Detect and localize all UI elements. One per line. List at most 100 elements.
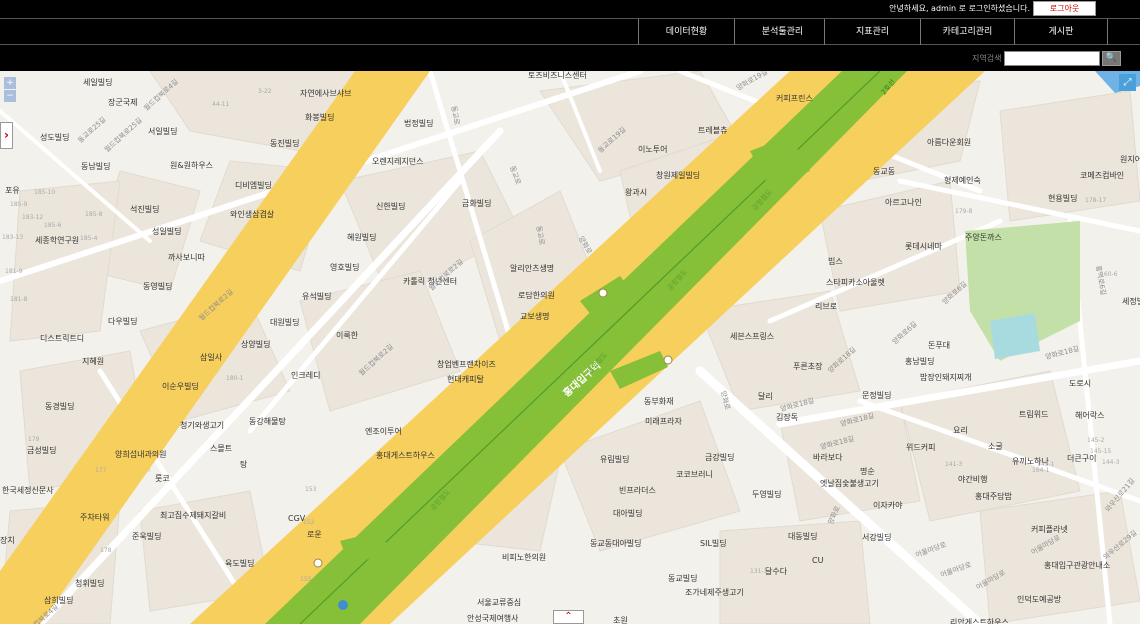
place-label: 대아빌딩 — [613, 509, 643, 518]
place-label: 삼희빌딩 — [44, 596, 74, 605]
zoom-in-button[interactable]: + — [4, 77, 16, 89]
place-label: 자연에사브샤브 — [300, 89, 352, 98]
place-label: 돈푸대 — [928, 341, 951, 350]
place-label: 엣날집숯불생고기 — [820, 479, 879, 488]
place-label: 빈프라더스 — [619, 486, 656, 495]
place-label: 까사보니따 — [168, 253, 205, 262]
nav-data-status[interactable]: 데이터현황 — [638, 19, 734, 45]
expand-icon: ⤢ — [1123, 77, 1132, 88]
side-panel-toggle[interactable]: › — [0, 122, 13, 149]
place-label: 커피프린스 — [776, 94, 813, 103]
bottom-panel-toggle[interactable]: ⌃ — [553, 610, 584, 624]
place-label: 롯데시네마 — [905, 242, 942, 251]
map-view[interactable]: 홍대입구역 세일빌딩 장군국제 서일빌딩 성도빌딩 동남빌딩 원&원하우스 포유 석진빌딩 세종… — [0, 71, 1140, 624]
place-label: 홍대게스트하우스 — [376, 451, 435, 460]
place-label: 트림위드 — [1019, 410, 1049, 419]
place-label: 영호빌딩 — [330, 263, 360, 272]
place-label: 커피플라넷 — [1031, 525, 1068, 534]
place-label: 금성빌딩 — [27, 446, 57, 455]
lot-number: 179-8 — [955, 208, 973, 215]
logout-button[interactable]: 로그아웃 — [1033, 1, 1096, 16]
place-label: 이룩한 — [336, 331, 359, 340]
place-label: 코코브러니 — [676, 470, 713, 479]
place-label: 트레블츄 — [698, 126, 728, 135]
place-label: 김장독 — [776, 413, 799, 422]
lot-number: 131-1 — [750, 568, 768, 575]
map-canvas — [0, 71, 1140, 624]
place-label: 동교빌딩 — [668, 574, 698, 583]
login-greeting: 안녕하세요, admin 로 로그인하셨습니다. — [889, 4, 1030, 13]
pool — [990, 313, 1040, 359]
exit-marker — [598, 288, 608, 298]
place-label: 명순 — [860, 467, 875, 476]
place-label: 화봉빌딩 — [305, 113, 335, 122]
place-label: 토즈비즈니스센터 — [528, 71, 587, 80]
place-label: 코메즈컴바인 — [1080, 171, 1125, 180]
lot-number: 177 — [95, 467, 107, 474]
lot-number: 3-22 — [258, 88, 272, 95]
place-label: 원&원하우스 — [170, 161, 214, 170]
place-label: 왕과시 — [625, 188, 648, 197]
place-label: 청기와생고기 — [180, 421, 225, 430]
search-button[interactable]: 🔍 — [1102, 51, 1121, 66]
place-label: 장치 — [0, 536, 15, 545]
place-label: 청휘빌딩 — [75, 579, 105, 588]
region-search-input[interactable] — [1004, 51, 1100, 66]
place-label: 소굴 — [988, 442, 1003, 451]
place-label: 야간비행 — [958, 475, 988, 484]
place-label: 동교동 — [873, 167, 896, 176]
place-label: 스타피카소아울렛 — [826, 278, 885, 287]
place-label: 서강빌딩 — [862, 533, 892, 542]
place-label: 금강빌딩 — [705, 453, 735, 462]
place-label: 지혜원 — [82, 357, 105, 366]
place-label: 아르고나인 — [885, 198, 922, 207]
place-label: 대동빌딩 — [788, 532, 818, 541]
place-label: 리브로 — [815, 302, 838, 311]
zoom-out-button[interactable]: − — [4, 90, 16, 102]
place-label: 디비엠빌딩 — [235, 181, 272, 190]
nav-indicators[interactable]: 지표관리 — [824, 19, 920, 45]
place-label: 금화빌딩 — [462, 199, 492, 208]
place-label: 더큰구이 — [1067, 454, 1097, 463]
place-label: 신한빌딩 — [376, 202, 406, 211]
place-label: 룻코 — [155, 474, 170, 483]
lot-number: 183-12 — [22, 214, 44, 221]
place-label: 세일빌딩 — [83, 78, 113, 87]
place-label: 포유 — [5, 186, 20, 195]
fullscreen-button[interactable]: ⤢ — [1119, 74, 1136, 91]
place-label: 이순우빌딩 — [162, 382, 199, 391]
nav-analysis-tools[interactable]: 분석툴관리 — [734, 19, 830, 45]
place-label: 인덕도예공방 — [1017, 595, 1062, 604]
lot-number: 144-3 — [1102, 459, 1120, 466]
place-label: 오렌지레지던스 — [372, 157, 424, 166]
place-label: 요리 — [953, 426, 968, 435]
lot-number: 178 — [100, 547, 112, 554]
nav-categories[interactable]: 카테고리관리 — [920, 19, 1014, 45]
place-label: 성일빌딩 — [152, 227, 182, 236]
place-label: 성도빌딩 — [40, 133, 70, 142]
place-label: 삼일사 — [200, 353, 223, 362]
lot-number: 178-17 — [1085, 197, 1107, 204]
lot-number: 152 — [303, 519, 315, 526]
place-label: 한국세정신문사 — [2, 486, 54, 495]
nav-board[interactable]: 게시판 — [1014, 19, 1108, 45]
lot-number: 185-8 — [85, 211, 103, 218]
place-label: 동교동대아빌딩 — [590, 539, 642, 548]
place-label: 현용빌딩 — [1048, 194, 1078, 203]
place-label: 교보생명 — [520, 312, 550, 321]
place-label: 다우빌딩 — [108, 317, 138, 326]
place-label: 밥장인돼지찌개 — [920, 373, 972, 382]
place-label: 엔조이투어 — [365, 427, 402, 436]
place-label: 안성국제여행사 — [467, 614, 519, 623]
place-label: 주양돈까스 — [965, 233, 1002, 242]
place-label: 디스트릭트디 — [40, 334, 85, 343]
lot-number: 181-9 — [5, 268, 23, 275]
place-label: 바라보다 — [813, 453, 843, 462]
lot-number: 185-9 — [10, 201, 28, 208]
exit-marker — [313, 558, 323, 568]
place-label: 인크레디 — [291, 371, 321, 380]
place-label: 조가네제주생고기 — [685, 588, 744, 597]
region-search-label: 지역검색 — [972, 54, 1002, 63]
place-label: 상양빌딩 — [241, 340, 271, 349]
place-label: 두영빌딩 — [752, 490, 782, 499]
